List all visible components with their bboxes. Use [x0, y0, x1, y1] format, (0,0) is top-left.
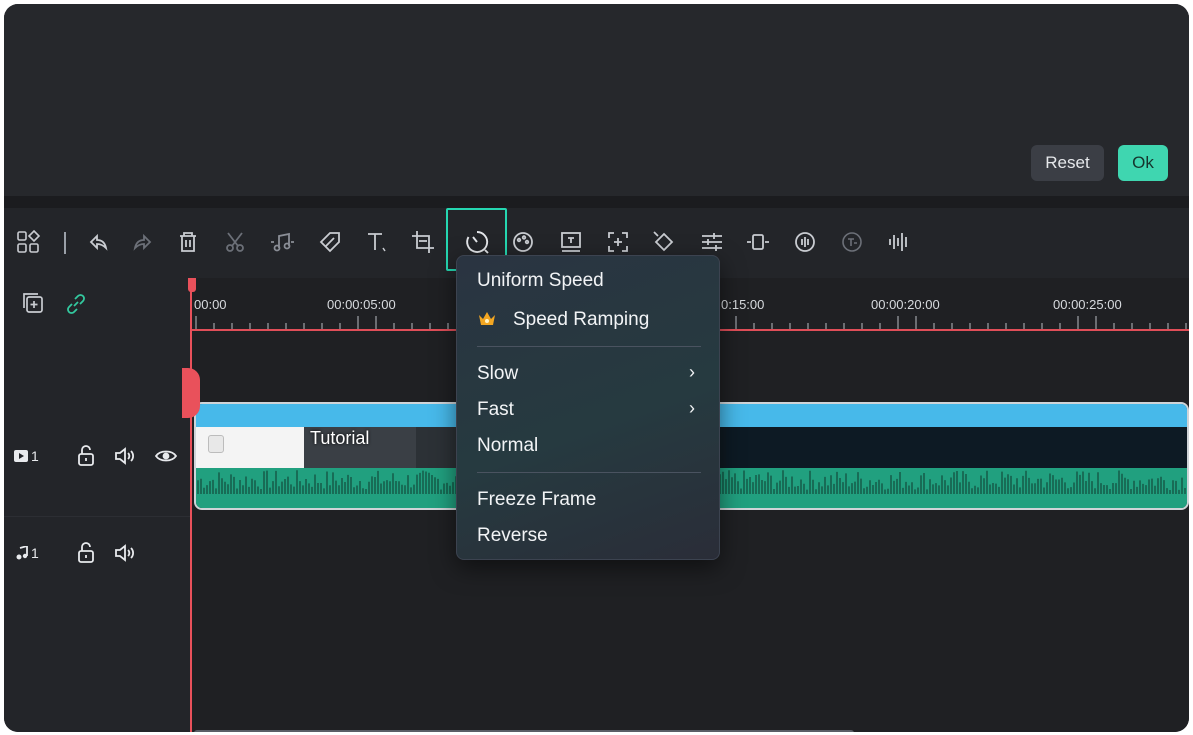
menu-item-freeze-frame[interactable]: Freeze Frame: [477, 489, 596, 511]
reset-button[interactable]: Reset: [1031, 145, 1104, 181]
playhead[interactable]: [182, 278, 200, 732]
crop-icon[interactable]: [409, 228, 437, 256]
toolbar-divider: [64, 232, 66, 254]
adjust-icon[interactable]: [698, 228, 726, 256]
menu-item-normal[interactable]: Normal: [477, 435, 538, 457]
menu-item-reverse[interactable]: Reverse: [477, 525, 548, 547]
ruler-tick-label: 00:00:05:00: [327, 297, 396, 312]
ruler-tick-label: 0:15:00: [721, 297, 765, 312]
audio-volume-icon[interactable]: [111, 539, 139, 567]
zoom-icon[interactable]: [604, 228, 632, 256]
cut-icon[interactable]: [222, 228, 250, 256]
ruler-tick-label: 00:00:25:00: [1053, 297, 1122, 312]
delete-icon[interactable]: [174, 228, 202, 256]
tts-icon[interactable]: [838, 228, 866, 256]
keyframe-icon[interactable]: [650, 228, 678, 256]
video-track-number: 1: [31, 448, 39, 464]
layout-icon[interactable]: [14, 228, 42, 256]
link-icon[interactable]: [62, 290, 90, 318]
ok-button[interactable]: Ok: [1118, 145, 1168, 181]
audio-effect-icon[interactable]: [791, 228, 819, 256]
speed-menu: Uniform Speed Speed Ramping Slow › Fast …: [456, 255, 720, 560]
audio-icon[interactable]: [268, 228, 296, 256]
text-icon[interactable]: [362, 228, 390, 256]
volume-icon[interactable]: [111, 442, 139, 470]
playhead-handle[interactable]: [182, 368, 200, 418]
color-icon[interactable]: [509, 228, 537, 256]
audio-lock-icon[interactable]: [72, 539, 100, 567]
menu-item-speed-ramping[interactable]: Speed Ramping: [513, 309, 649, 331]
frame-icon[interactable]: [557, 228, 585, 256]
menu-item-uniform-speed[interactable]: Uniform Speed: [477, 270, 604, 292]
menu-separator: [477, 346, 701, 347]
track-headers: 1 1: [4, 278, 190, 732]
eye-icon[interactable]: [152, 442, 180, 470]
video-track-icon: [14, 449, 28, 466]
ruler-tick-label: 00:00: [194, 297, 227, 312]
chevron-right-icon: ›: [689, 398, 695, 418]
clip-title: Tutorial: [310, 428, 370, 448]
playhead-top: [188, 278, 196, 292]
undo-icon[interactable]: [84, 228, 112, 256]
menu-separator: [477, 472, 701, 473]
chevron-right-icon: ›: [689, 362, 695, 382]
add-track-icon[interactable]: [20, 290, 48, 318]
speed-icon[interactable]: [463, 228, 491, 256]
clip-play-icon: [208, 435, 224, 453]
clip-thumbnail: [726, 427, 1187, 468]
tag-icon[interactable]: [316, 228, 344, 256]
redo-icon[interactable]: [129, 228, 157, 256]
timeline-scrollbar[interactable]: [194, 730, 854, 732]
split-icon[interactable]: [744, 228, 772, 256]
ruler-tick-label: 00:00:20:00: [871, 297, 940, 312]
lock-icon[interactable]: [72, 442, 100, 470]
waveform-icon[interactable]: [885, 228, 913, 256]
menu-item-slow[interactable]: Slow: [477, 363, 518, 385]
crown-icon: [479, 312, 495, 325]
music-track-icon: [16, 544, 28, 563]
audio-track-number: 1: [31, 545, 39, 561]
menu-item-fast[interactable]: Fast: [477, 399, 514, 421]
panel-divider: [4, 196, 1189, 208]
preview-panel: Reset Ok: [4, 4, 1189, 196]
